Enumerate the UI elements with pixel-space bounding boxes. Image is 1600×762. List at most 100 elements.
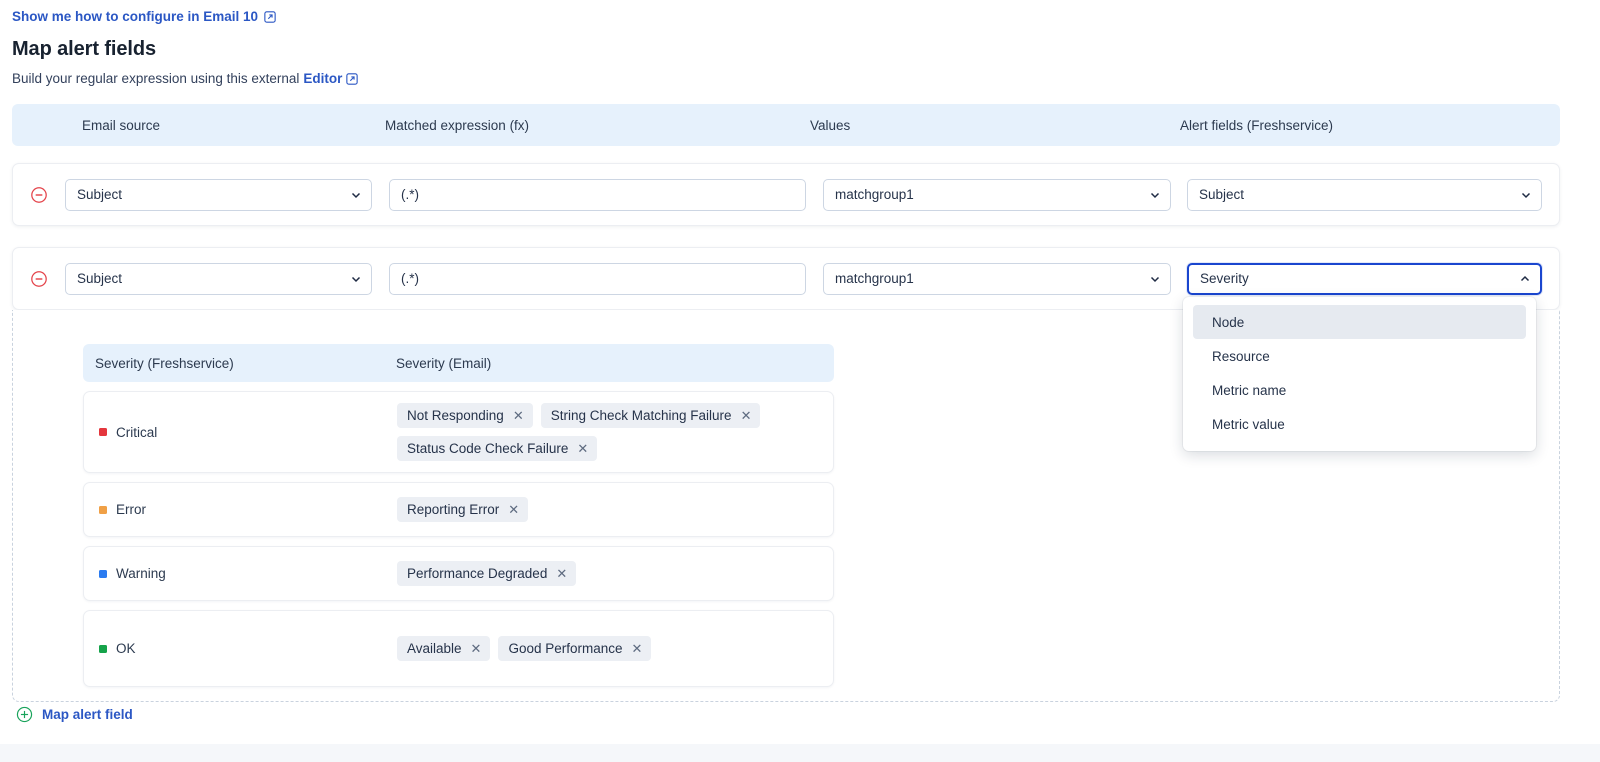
alert-field-select-wrapper: Severity <box>1187 262 1542 295</box>
severity-row: Warning Performance Degraded ✕ <box>83 546 834 601</box>
column-header-severity-freshservice: Severity (Freshservice) <box>95 355 234 371</box>
close-icon[interactable]: ✕ <box>471 642 482 655</box>
severity-name: Critical <box>116 424 158 440</box>
severity-row: Error Reporting Error ✕ <box>83 482 834 537</box>
values-select-wrapper: matchgroup1 <box>823 178 1171 211</box>
map-alert-fields-page: Show me how to configure in Email 10 Map… <box>0 0 1600 762</box>
close-icon[interactable]: ✕ <box>741 409 752 422</box>
severity-mapping-table: Severity (Freshservice) Severity (Email)… <box>83 344 834 687</box>
alert-field-select[interactable]: Subject <box>1187 178 1542 211</box>
values-select[interactable]: matchgroup1 <box>823 178 1171 211</box>
alert-field-select-value: Severity <box>1200 271 1249 286</box>
close-icon[interactable]: ✕ <box>508 503 519 516</box>
severity-label-cell: OK <box>84 641 397 656</box>
email-source-select[interactable]: Subject <box>65 178 372 211</box>
alert-field-select[interactable]: Severity <box>1187 262 1542 295</box>
external-link-icon <box>264 10 276 23</box>
chip-list: Not Responding ✕ String Check Matching F… <box>397 403 821 461</box>
column-header-values: Values <box>810 117 851 133</box>
chevron-up-icon <box>1520 274 1530 284</box>
close-icon[interactable]: ✕ <box>577 442 588 455</box>
column-header-email-source: Email source <box>82 117 161 133</box>
dropdown-option-resource[interactable]: Resource <box>1193 339 1526 373</box>
page-subtitle: Build your regular expression using this… <box>12 71 359 86</box>
severity-name: Warning <box>116 566 166 581</box>
matched-expression-value: (.*) <box>401 187 419 202</box>
values-select-wrapper: matchgroup1 <box>823 262 1171 295</box>
close-icon[interactable]: ✕ <box>513 409 524 422</box>
dropdown-option-node[interactable]: Node <box>1193 305 1526 339</box>
severity-name: Error <box>116 502 146 517</box>
close-icon[interactable]: ✕ <box>632 642 643 655</box>
dropdown-option-metric-value[interactable]: Metric value <box>1193 407 1526 441</box>
values-select-value: matchgroup1 <box>835 271 914 286</box>
severity-chip[interactable]: Performance Degraded ✕ <box>397 561 577 586</box>
email-source-select-value: Subject <box>77 187 123 202</box>
bottom-strip <box>0 744 1600 762</box>
severity-chip[interactable]: String Check Matching Failure ✕ <box>540 403 761 428</box>
severity-row: OK Available ✕ Good Performance ✕ <box>83 610 834 687</box>
email-source-select-wrapper: Subject <box>65 262 372 295</box>
chip-label: String Check Matching Failure <box>550 408 732 423</box>
severity-row: Critical Not Responding ✕ String Check M… <box>83 391 834 473</box>
chip-label: Reporting Error <box>407 502 500 517</box>
dropdown-option-metric-name[interactable]: Metric name <box>1193 373 1526 407</box>
chip-label: Performance Degraded <box>407 566 548 581</box>
severity-chip[interactable]: Not Responding ✕ <box>397 403 533 428</box>
severity-chip[interactable]: Status Code Check Failure ✕ <box>397 436 598 461</box>
email-source-select[interactable]: Subject <box>65 262 372 295</box>
configure-email-link-label: Show me how to configure in Email 10 <box>12 9 259 24</box>
alert-field-select-wrapper: Subject <box>1187 178 1542 211</box>
alert-field-dropdown-menu: Node Resource Metric name Metric value <box>1183 297 1536 451</box>
close-icon[interactable]: ✕ <box>556 567 567 580</box>
chip-list: Reporting Error ✕ <box>397 497 821 522</box>
page-subtitle-text: Build your regular expression using this… <box>12 71 300 86</box>
chip-list: Available ✕ Good Performance ✕ <box>397 636 821 661</box>
severity-chip[interactable]: Good Performance ✕ <box>498 636 652 661</box>
values-select[interactable]: matchgroup1 <box>823 262 1171 295</box>
severity-chips-cell: Reporting Error ✕ <box>397 488 833 531</box>
severity-label-cell: Error <box>84 502 397 517</box>
severity-chip[interactable]: Available ✕ <box>397 636 491 661</box>
mapping-row: Subject (.*) matchgroup1 Subject <box>12 163 1560 226</box>
matched-expression-input[interactable]: (.*) <box>389 262 806 295</box>
email-source-select-value: Subject <box>77 271 123 286</box>
chip-list: Performance Degraded ✕ <box>397 561 821 586</box>
regex-editor-link[interactable]: Editor <box>303 71 342 86</box>
severity-chips-cell: Available ✕ Good Performance ✕ <box>397 627 833 670</box>
matched-expression-input[interactable]: (.*) <box>389 178 806 211</box>
severity-color-dot <box>99 569 107 578</box>
minus-circle-icon[interactable] <box>13 186 65 204</box>
email-source-select-wrapper: Subject <box>65 178 372 211</box>
alert-field-select-value: Subject <box>1199 187 1245 202</box>
chip-label: Available <box>407 641 462 656</box>
minus-circle-icon[interactable] <box>13 270 65 288</box>
configure-email-link[interactable]: Show me how to configure in Email 10 <box>12 9 276 24</box>
severity-chip[interactable]: Reporting Error ✕ <box>397 497 529 522</box>
column-header-alert-fields: Alert fields (Freshservice) <box>1180 117 1334 133</box>
severity-table-header: Severity (Freshservice) Severity (Email) <box>83 344 834 382</box>
chevron-down-icon <box>1150 190 1160 200</box>
chevron-down-icon <box>351 190 361 200</box>
chip-label: Good Performance <box>508 641 623 656</box>
severity-label-cell: Warning <box>84 566 397 581</box>
column-header-matched-expression: Matched expression (fx) <box>385 117 530 133</box>
values-select-value: matchgroup1 <box>835 187 914 202</box>
severity-color-dot <box>99 644 107 653</box>
severity-chips-cell: Performance Degraded ✕ <box>397 552 833 595</box>
severity-color-dot <box>99 505 107 514</box>
grid-header: Email source Matched expression (fx) Val… <box>12 104 1560 146</box>
external-link-icon <box>346 72 359 85</box>
severity-chips-cell: Not Responding ✕ String Check Matching F… <box>397 394 833 470</box>
page-title: Map alert fields <box>12 38 156 60</box>
column-header-severity-email: Severity (Email) <box>396 355 492 371</box>
chevron-down-icon <box>1150 274 1160 284</box>
map-alert-field-button[interactable]: Map alert field <box>16 706 133 723</box>
map-alert-field-label: Map alert field <box>42 707 133 722</box>
severity-color-dot <box>99 428 107 436</box>
severity-name: OK <box>116 641 136 656</box>
chevron-down-icon <box>1521 190 1531 200</box>
severity-label-cell: Critical <box>84 425 397 440</box>
chevron-down-icon <box>351 274 361 284</box>
matched-expression-input-wrapper: (.*) <box>389 262 806 295</box>
